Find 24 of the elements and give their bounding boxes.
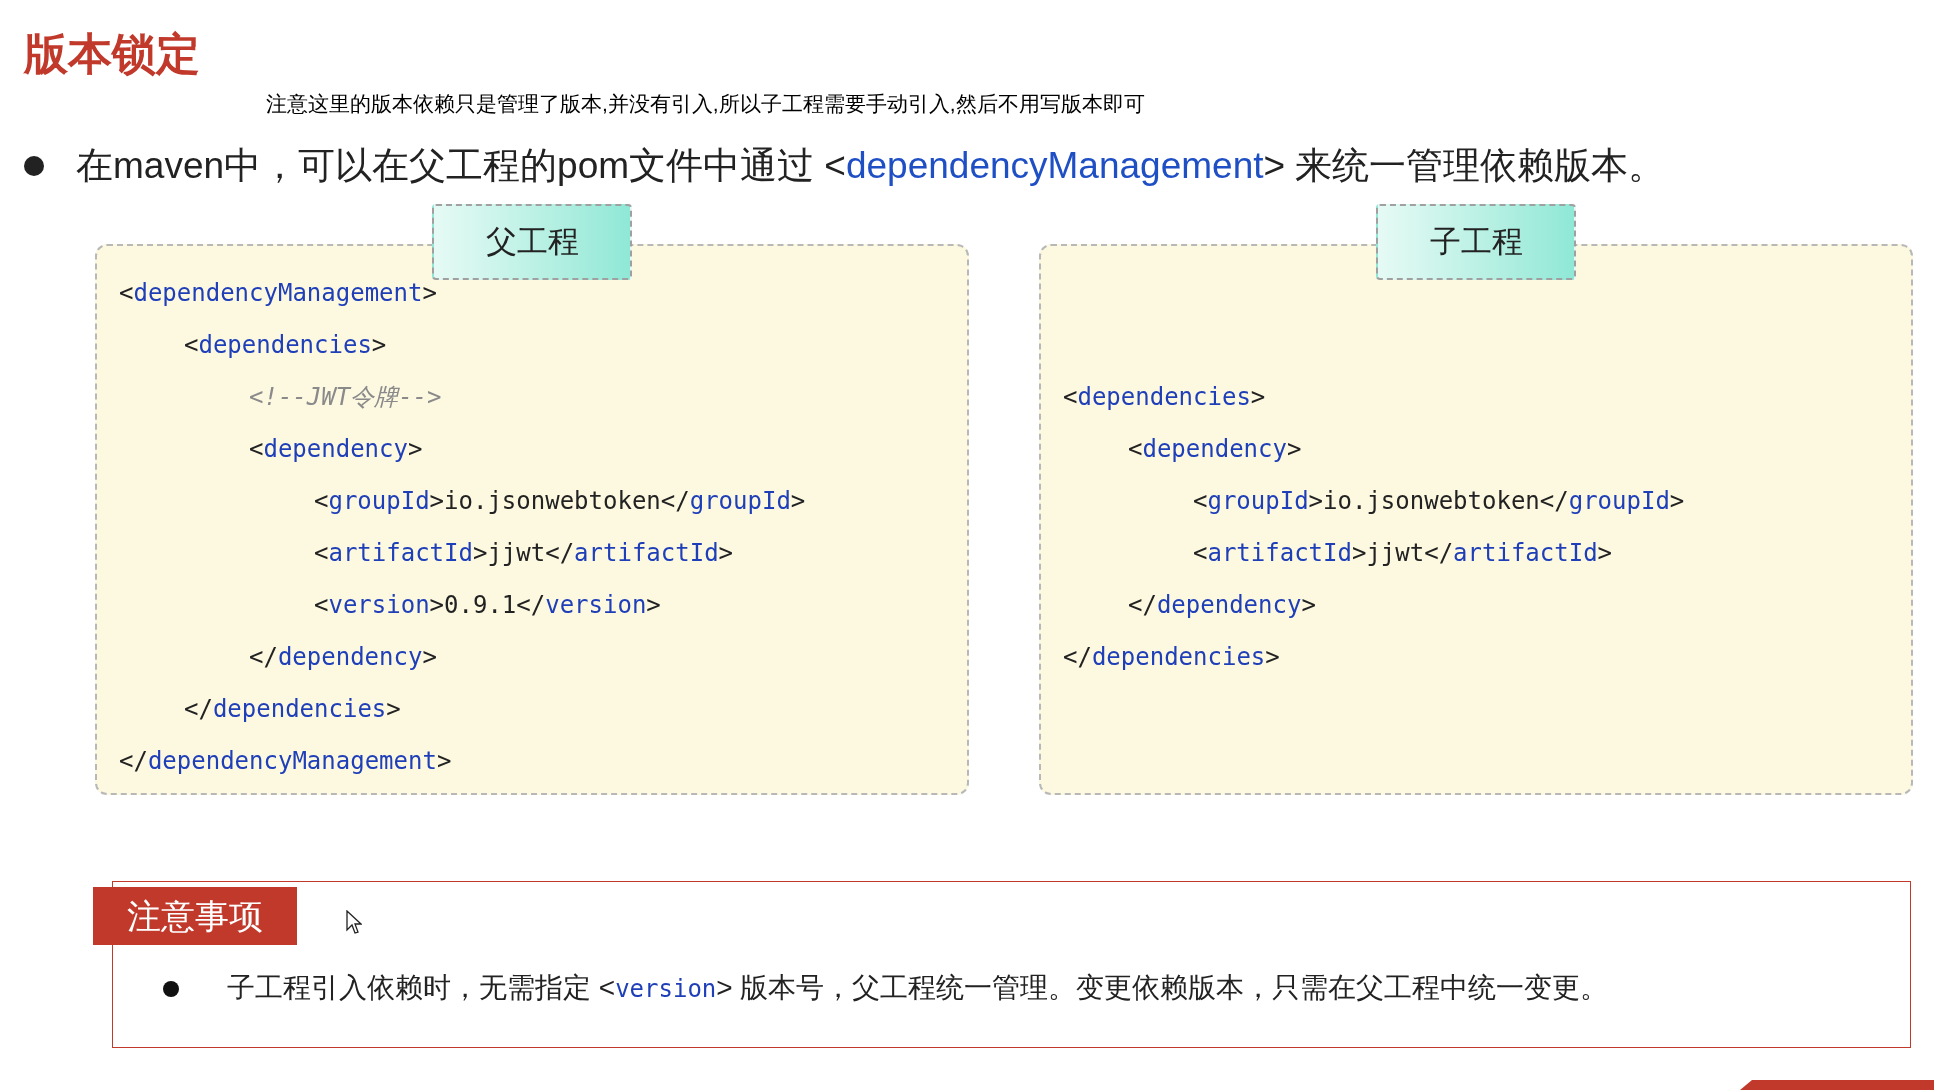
code-line: <groupId>io.jsonwebtoken</groupId> (1193, 485, 1685, 517)
code-line: <artifactId>jjwt</artifactId> (1193, 537, 1613, 569)
code-line: <version>0.9.1</version> (314, 589, 661, 621)
code-line: </dependencyManagement> (119, 745, 452, 777)
code-line: </dependency> (1128, 589, 1316, 621)
bullet-icon (24, 156, 44, 176)
code-line: <dependencies> (1063, 381, 1266, 413)
code-line: </dependencies> (1063, 641, 1280, 673)
intro-text: 在maven中，可以在父工程的pom文件中通过 <dependencyManagement> 来统一管理依赖版本。 (76, 144, 1666, 188)
bullet-icon (163, 980, 179, 997)
code-line: <!--JWT令牌--> (249, 381, 442, 413)
code-line: <dependency> (249, 433, 423, 465)
code-line: <dependencyManagement> (119, 277, 437, 309)
annotation-text: 注意这里的版本依赖只是管理了版本,并没有引入,所以子工程需要手动引入,然后不用写版本即可 (266, 91, 1145, 117)
slide-title: 版本锁定 (24, 28, 200, 80)
notes-label: 注意事项 (93, 887, 297, 945)
code-line: <dependencies> (184, 329, 387, 361)
code-line: <artifactId>jjwt</artifactId> (314, 537, 734, 569)
code-line: <groupId>io.jsonwebtoken</groupId> (314, 485, 806, 517)
cursor-pointer-icon (346, 910, 362, 936)
note-text: 子工程引入依赖时，无需指定 <version> 版本号，父工程统一管理。变更依赖版本，只需在父工程中统一变更。 (227, 971, 1609, 1005)
code-line: <dependency> (1128, 433, 1302, 465)
code-line: </dependencies> (184, 693, 401, 725)
code-line: </dependency> (249, 641, 437, 673)
